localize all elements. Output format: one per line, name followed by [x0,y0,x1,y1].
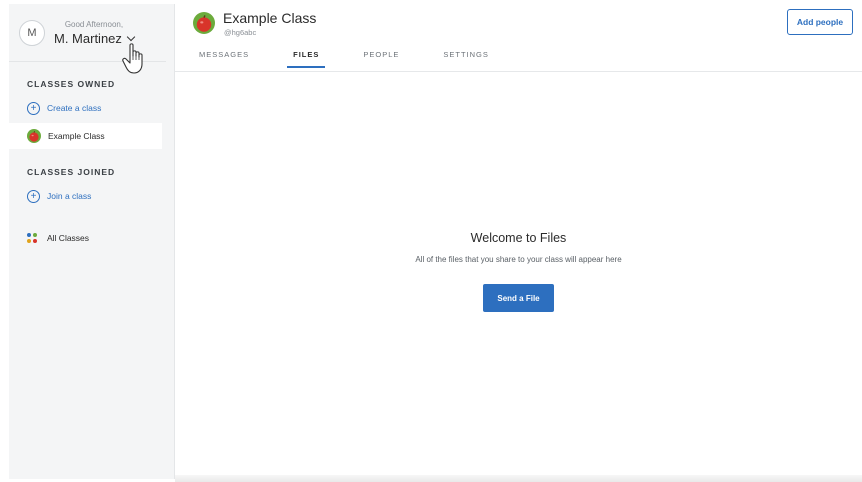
main-content: Example Class @hg6abc MESSAGES FILES PEO… [175,0,862,482]
sidebar-item-label: Example Class [48,131,105,141]
apple-icon [27,129,41,143]
add-people-button[interactable]: Add people [787,9,853,35]
apple-icon [193,12,215,34]
grid-dots-icon [27,232,38,244]
class-code: @hg6abc [224,28,257,37]
create-class-button[interactable]: + Create a class [9,95,174,121]
empty-state-description: All of the files that you share to your … [415,255,622,264]
sidebar: M Good Afternoon, M. Martinez CLASSES OW… [9,4,175,479]
sidebar-item-example-class[interactable]: Example Class [9,123,162,149]
empty-state-title: Welcome to Files [470,231,567,245]
tab-messages[interactable]: MESSAGES [199,50,249,68]
classes-joined-heading: CLASSES JOINED [27,167,116,177]
bottom-edge [175,475,862,482]
app-window: M Good Afternoon, M. Martinez CLASSES OW… [0,0,862,482]
tab-files[interactable]: FILES [287,50,326,68]
chevron-down-icon [126,32,136,41]
join-class-button[interactable]: + Join a class [9,183,174,209]
send-file-button[interactable]: Send a File [483,284,554,312]
plus-circle-icon: + [27,101,40,115]
page-title: Example Class [223,10,317,26]
sidebar-item-label: All Classes [47,233,90,243]
greeting-text: Good Afternoon, [64,19,124,29]
class-header: Example Class @hg6abc MESSAGES FILES PEO… [175,0,862,72]
join-class-label: Join a class [47,191,92,201]
files-empty-state: Welcome to Files All of the files that y… [175,231,862,312]
user-name: M. Martinez [54,30,122,46]
classes-owned-heading: CLASSES OWNED [27,79,116,89]
tab-bar: MESSAGES FILES PEOPLE SETTINGS [199,50,533,68]
plus-circle-icon: + [27,189,40,203]
tab-settings[interactable]: SETTINGS [443,50,489,68]
hand-pointer-icon [122,43,143,74]
avatar[interactable]: M [19,19,45,46]
sidebar-item-all-classes[interactable]: All Classes [9,225,174,251]
create-class-label: Create a class [47,103,102,113]
tab-people[interactable]: PEOPLE [363,50,399,68]
